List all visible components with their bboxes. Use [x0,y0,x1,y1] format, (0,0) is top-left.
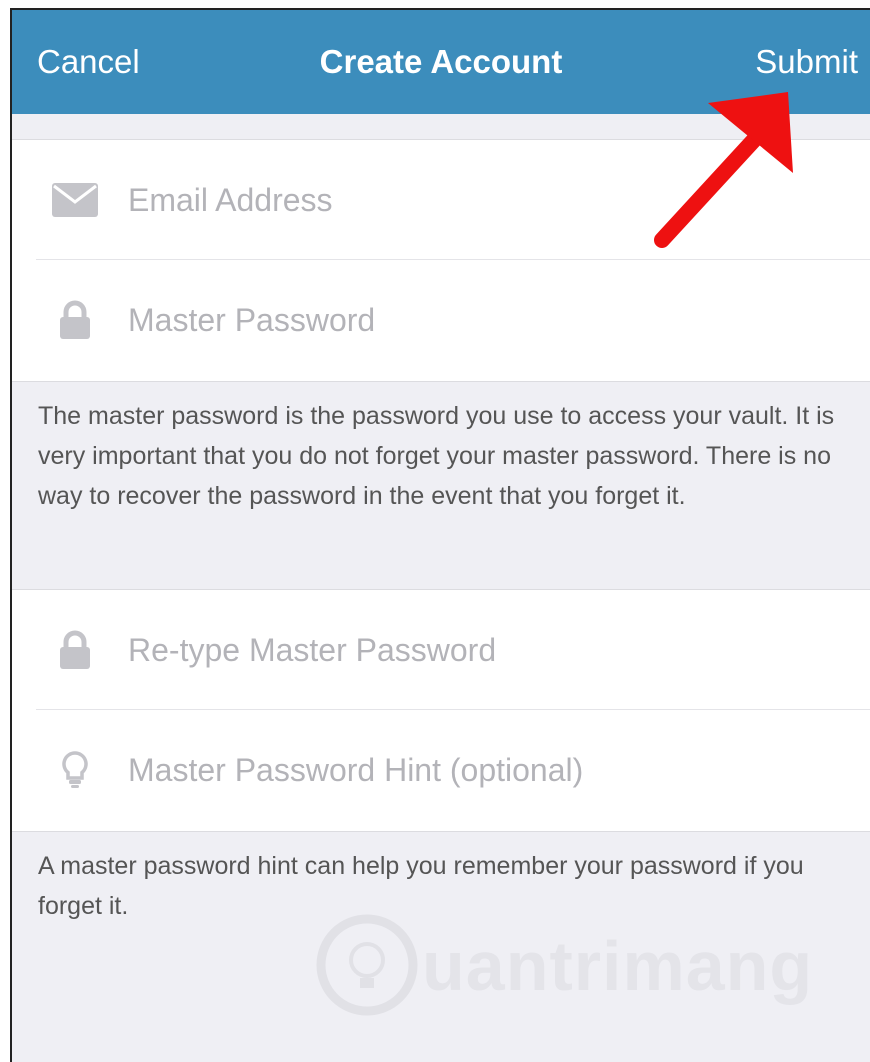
page-title: Create Account [319,43,563,80]
lock-icon [52,627,98,673]
watermark-logo-icon [316,914,418,1016]
master-password-field[interactable] [128,301,768,339]
password-hint-field[interactable] [128,751,768,789]
master-password-note: The master password is the password you … [38,402,835,510]
password-hint-row[interactable] [12,709,870,830]
cancel-button[interactable]: Cancel [37,10,140,114]
lightbulb-icon [52,747,98,793]
confirmation-group [12,589,870,832]
master-password-row[interactable] [12,259,870,380]
watermark: uantrimang [312,910,852,1020]
app-screen: Create Account Cancel Submit The mast [10,8,870,1062]
envelope-icon [52,177,98,223]
lock-icon [52,297,98,343]
watermark-text: uantrimang [422,927,814,1005]
submit-button[interactable]: Submit [755,10,858,114]
retype-password-field[interactable] [128,631,768,669]
email-field[interactable] [128,181,768,219]
navigation-bar: Create Account Cancel Submit [12,10,870,114]
email-row[interactable] [12,140,870,260]
retype-password-row[interactable] [12,590,870,710]
credentials-group [12,139,870,382]
